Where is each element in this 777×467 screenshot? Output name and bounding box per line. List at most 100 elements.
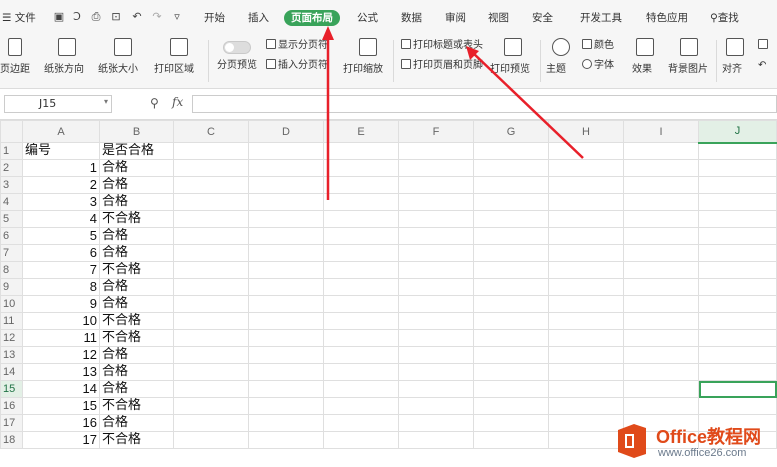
cell-b1[interactable]: 是否合格 xyxy=(99,142,174,160)
cell-j13[interactable] xyxy=(698,346,777,364)
cell-f5[interactable] xyxy=(398,210,474,228)
cell-j14[interactable] xyxy=(698,363,777,381)
cell-a10[interactable]: 9 xyxy=(22,295,100,313)
cell-j2[interactable] xyxy=(698,159,777,177)
fx-icon[interactable]: fx xyxy=(172,95,183,109)
cell-b5[interactable]: 不合格 xyxy=(99,210,174,228)
cell-i15[interactable] xyxy=(623,380,699,398)
cell-i3[interactable] xyxy=(623,176,699,194)
save-icon[interactable]: ▣ xyxy=(53,11,65,23)
cell-b9[interactable]: 合格 xyxy=(99,278,174,296)
cell-j1[interactable] xyxy=(698,142,777,160)
row-header[interactable]: 9 xyxy=(0,278,23,296)
cell-d18[interactable] xyxy=(248,431,324,449)
cell-c2[interactable] xyxy=(173,159,249,177)
cell-f1[interactable] xyxy=(398,142,474,160)
cell-i9[interactable] xyxy=(623,278,699,296)
print-preview-icon[interactable]: ⊡ xyxy=(110,11,122,23)
cell-f18[interactable] xyxy=(398,431,474,449)
cell-h11[interactable] xyxy=(548,312,624,330)
cell-g8[interactable] xyxy=(473,261,549,279)
cell-f13[interactable] xyxy=(398,346,474,364)
search-button[interactable]: ⚲查找 xyxy=(710,10,739,26)
row-header[interactable]: 2 xyxy=(0,159,23,177)
cell-c5[interactable] xyxy=(173,210,249,228)
cell-h3[interactable] xyxy=(548,176,624,194)
cell-g18[interactable] xyxy=(473,431,549,449)
cell-b2[interactable]: 合格 xyxy=(99,159,174,177)
cell-d14[interactable] xyxy=(248,363,324,381)
cell-h8[interactable] xyxy=(548,261,624,279)
row-header[interactable]: 13 xyxy=(0,346,23,364)
cell-a7[interactable]: 6 xyxy=(22,244,100,262)
cell-c9[interactable] xyxy=(173,278,249,296)
cell-i2[interactable] xyxy=(623,159,699,177)
row-header[interactable]: 17 xyxy=(0,414,23,432)
cell-e1[interactable] xyxy=(323,142,399,160)
redo-icon[interactable]: ↷ xyxy=(151,11,163,23)
format-painter-icon[interactable]: Ↄ xyxy=(71,11,83,23)
cell-c1[interactable] xyxy=(173,142,249,160)
cell-g9[interactable] xyxy=(473,278,549,296)
cell-g11[interactable] xyxy=(473,312,549,330)
cell-h6[interactable] xyxy=(548,227,624,245)
cell-i12[interactable] xyxy=(623,329,699,347)
cell-h9[interactable] xyxy=(548,278,624,296)
cell-a8[interactable]: 7 xyxy=(22,261,100,279)
cell-c11[interactable] xyxy=(173,312,249,330)
cell-a18[interactable]: 17 xyxy=(22,431,100,449)
cell-h7[interactable] xyxy=(548,244,624,262)
cell-i7[interactable] xyxy=(623,244,699,262)
cell-g10[interactable] xyxy=(473,295,549,313)
cell-d15[interactable] xyxy=(248,380,324,398)
cell-e17[interactable] xyxy=(323,414,399,432)
cell-i4[interactable] xyxy=(623,193,699,211)
cell-b16[interactable]: 不合格 xyxy=(99,397,174,415)
cell-h5[interactable] xyxy=(548,210,624,228)
cell-g13[interactable] xyxy=(473,346,549,364)
cell-h2[interactable] xyxy=(548,159,624,177)
cell-c7[interactable] xyxy=(173,244,249,262)
cell-e2[interactable] xyxy=(323,159,399,177)
cell-b15[interactable]: 合格 xyxy=(99,380,174,398)
cell-d7[interactable] xyxy=(248,244,324,262)
cell-c17[interactable] xyxy=(173,414,249,432)
cell-d1[interactable] xyxy=(248,142,324,160)
row-header[interactable]: 15 xyxy=(0,380,23,398)
cell-a16[interactable]: 15 xyxy=(22,397,100,415)
page-break-preview-toggle[interactable] xyxy=(223,41,251,54)
cell-f11[interactable] xyxy=(398,312,474,330)
row-header[interactable]: 12 xyxy=(0,329,23,347)
cell-f6[interactable] xyxy=(398,227,474,245)
cell-b13[interactable]: 合格 xyxy=(99,346,174,364)
cell-d13[interactable] xyxy=(248,346,324,364)
cell-a4[interactable]: 3 xyxy=(22,193,100,211)
column-header-d[interactable]: D xyxy=(248,120,324,143)
cell-a12[interactable]: 11 xyxy=(22,329,100,347)
print-icon[interactable]: ⎙ xyxy=(90,11,102,23)
cell-f3[interactable] xyxy=(398,176,474,194)
cell-j8[interactable] xyxy=(698,261,777,279)
cell-i16[interactable] xyxy=(623,397,699,415)
cell-a1[interactable]: 编号 xyxy=(22,142,100,160)
cell-e14[interactable] xyxy=(323,363,399,381)
cell-j16[interactable] xyxy=(698,397,777,415)
cell-h15[interactable] xyxy=(548,380,624,398)
row-header[interactable]: 16 xyxy=(0,397,23,415)
cell-i1[interactable] xyxy=(623,142,699,160)
row-header[interactable]: 14 xyxy=(0,363,23,381)
formula-input[interactable] xyxy=(192,95,777,113)
cell-g17[interactable] xyxy=(473,414,549,432)
cell-c15[interactable] xyxy=(173,380,249,398)
cell-g5[interactable] xyxy=(473,210,549,228)
tab-formulas[interactable]: 公式 xyxy=(357,10,378,26)
cell-j10[interactable] xyxy=(698,295,777,313)
cell-e15[interactable] xyxy=(323,380,399,398)
cell-a9[interactable]: 8 xyxy=(22,278,100,296)
cell-h13[interactable] xyxy=(548,346,624,364)
cell-j3[interactable] xyxy=(698,176,777,194)
rotate-icon[interactable]: ↶ xyxy=(758,58,766,73)
cell-f2[interactable] xyxy=(398,159,474,177)
zoom-lookup-icon[interactable]: ⚲ xyxy=(150,96,159,110)
cell-i11[interactable] xyxy=(623,312,699,330)
